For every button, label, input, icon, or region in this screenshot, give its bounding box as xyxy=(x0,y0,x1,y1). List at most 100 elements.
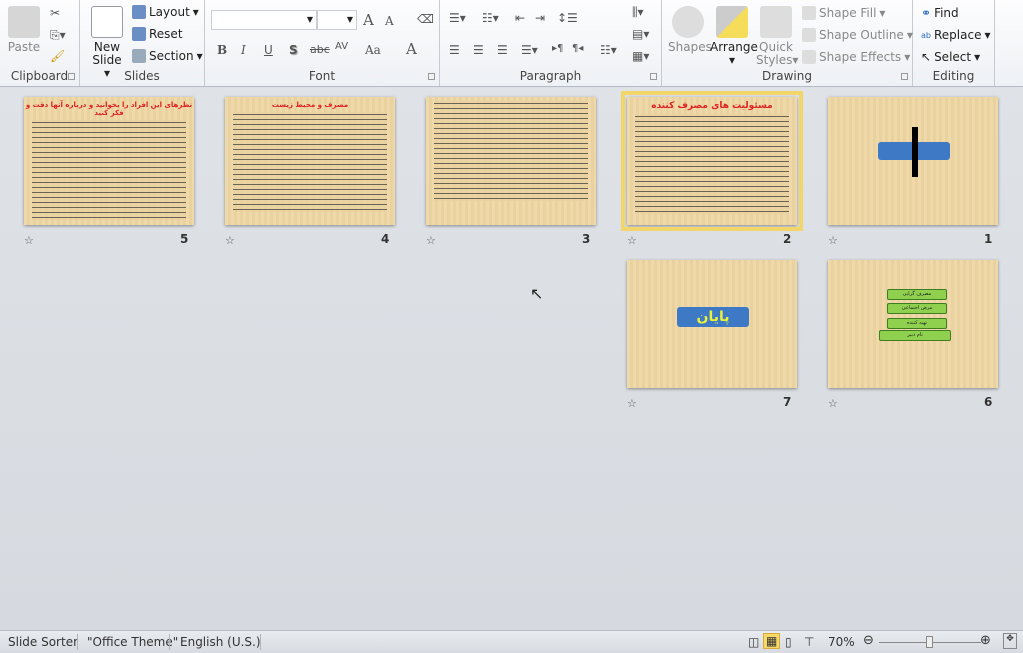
bold-button[interactable]: B xyxy=(217,43,227,57)
slide-body-text xyxy=(635,114,789,214)
line-spacing-icon[interactable]: ↕☰ xyxy=(557,11,578,25)
language[interactable]: English (U.S.) xyxy=(180,635,261,649)
decrease-indent-icon[interactable]: ⇤ xyxy=(515,11,525,25)
reading-view-icon[interactable]: ▯ xyxy=(785,635,792,649)
ltr-icon[interactable]: ▸¶ xyxy=(552,43,563,54)
slide-thumbnail-3[interactable] xyxy=(426,97,596,225)
shapes-button[interactable]: Shapes xyxy=(668,6,712,54)
increase-indent-icon[interactable]: ⇥ xyxy=(535,11,545,25)
shape-effects-icon xyxy=(802,50,816,64)
shrink-font-button[interactable]: A xyxy=(385,14,394,28)
reset-button[interactable]: Reset xyxy=(132,27,183,41)
shadow-button[interactable]: S xyxy=(289,43,298,57)
font-launcher[interactable] xyxy=(428,73,435,80)
slide-title: نظرهای این افراد را بخوانید و درباره آنه… xyxy=(25,101,193,117)
underline-button[interactable]: U xyxy=(264,43,273,57)
paste-button[interactable]: Paste xyxy=(6,6,42,54)
strikethrough-button[interactable]: abc xyxy=(310,43,330,56)
slide-body-text xyxy=(32,120,186,220)
fit-to-window-icon[interactable]: ✥ xyxy=(1003,633,1017,649)
slide-thumbnail-5[interactable]: نظرهای این افراد را بخوانید و درباره آنه… xyxy=(24,97,194,225)
rtl-icon[interactable]: ¶◂ xyxy=(572,43,583,54)
font-name-combo[interactable]: ▼ xyxy=(211,10,317,30)
animation-star-icon[interactable]: ☆ xyxy=(24,234,34,247)
layout-button[interactable]: Layout ▾ xyxy=(132,5,199,19)
layout-label: Layout xyxy=(149,5,190,19)
bullets-icon[interactable]: ☰▾ xyxy=(449,11,466,25)
character-spacing-button[interactable]: AV xyxy=(335,41,348,52)
new-slide-label: New xyxy=(93,40,121,54)
align-left-icon[interactable]: ☰ xyxy=(449,43,460,57)
animation-star-icon[interactable]: ☆ xyxy=(627,397,637,410)
zoom-in-button[interactable]: ⊕ xyxy=(980,633,991,648)
zoom-level[interactable]: 70% xyxy=(828,635,855,649)
font-size-combo[interactable]: ▼ xyxy=(317,10,357,30)
diagram-box: نام دبیر xyxy=(879,330,951,341)
arrange-icon xyxy=(716,6,748,38)
shape-outline-label: Shape Outline xyxy=(819,28,904,42)
ribbon: Paste ✂ ⎘▾ 🖌 Clipboard New Slide ▾ Layout… xyxy=(0,0,1023,87)
theme-name[interactable]: "Office Theme" xyxy=(87,635,178,649)
slide-number: 1 xyxy=(984,232,993,246)
text-direction-icon[interactable]: ⫼▾ xyxy=(632,5,644,20)
paste-label: Paste xyxy=(7,40,41,54)
align-center-icon[interactable]: ☰ xyxy=(473,43,484,57)
font-label: Font xyxy=(308,69,336,83)
clear-formatting-icon[interactable]: ⌫ xyxy=(417,12,434,26)
grow-font-button[interactable]: A xyxy=(363,11,374,29)
shapes-icon xyxy=(672,6,704,38)
select-label: Select xyxy=(934,50,972,64)
slide-sorter-view-icon[interactable]: ▦ xyxy=(763,633,781,649)
drawing-launcher[interactable] xyxy=(901,73,908,80)
shape-effects-label: Shape Effects xyxy=(819,50,902,64)
align-text-icon[interactable]: ▤▾ xyxy=(632,27,649,41)
align-right-icon[interactable]: ☰ xyxy=(497,43,508,57)
section-button[interactable]: Section ▾ xyxy=(132,49,203,63)
diagram-box: مصرف گرایی xyxy=(887,289,947,300)
slide-thumbnail-2[interactable]: مسئولیت های مصرف کننده xyxy=(621,91,803,231)
animation-star-icon[interactable]: ☆ xyxy=(828,397,838,410)
columns-icon[interactable]: ☷▾ xyxy=(600,43,617,57)
slide-title: مسئولیت های مصرف کننده xyxy=(651,101,773,111)
animation-star-icon[interactable]: ☆ xyxy=(627,234,637,247)
paragraph-group: ☰▾ ☷▾ ⇤ ⇥ ↕☰ ☰ ☰ ☰ ☰▾ ▸¶ ¶◂ ☷▾ ⫼▾ ▤▾ ▦▾ … xyxy=(440,0,662,86)
quick-styles-button[interactable]: Quick Styles▾ xyxy=(756,6,798,67)
shape-outline-button[interactable]: Shape Outline ▾ xyxy=(802,28,913,42)
clipboard-launcher[interactable] xyxy=(68,73,75,80)
shape-effects-button[interactable]: Shape Effects ▾ xyxy=(802,50,910,64)
binoculars-icon: ⚭ xyxy=(921,6,932,20)
zoom-slider-thumb[interactable] xyxy=(926,636,933,648)
reset-label: Reset xyxy=(149,27,183,41)
font-color-button[interactable]: A xyxy=(406,40,417,58)
cut-icon[interactable]: ✂ xyxy=(50,6,60,20)
arrange-label: Arrange xyxy=(710,40,758,54)
slide-thumbnail-6[interactable]: مصرف گرایی مرض اجتماعی تهیه کننده نام دب… xyxy=(828,260,998,388)
slide-thumbnail-1[interactable] xyxy=(828,97,998,225)
italic-button[interactable]: I xyxy=(241,43,246,57)
arrange-button[interactable]: Arrange ▾ xyxy=(710,6,758,67)
replace-button[interactable]: ab Replace ▾ xyxy=(921,28,990,42)
end-title: پایان xyxy=(677,307,749,327)
slideshow-icon[interactable]: ⊤ xyxy=(804,635,814,649)
find-button[interactable]: ⚭ Find xyxy=(921,6,959,20)
animation-star-icon[interactable]: ☆ xyxy=(426,234,436,247)
select-button[interactable]: ↖ Select ▾ xyxy=(921,50,980,64)
slide-number: 4 xyxy=(381,232,390,246)
format-painter-icon[interactable]: 🖌 xyxy=(50,49,65,63)
paragraph-launcher[interactable] xyxy=(650,73,657,80)
numbering-icon[interactable]: ☷▾ xyxy=(482,11,499,25)
shape-fill-button[interactable]: Shape Fill ▾ xyxy=(802,6,885,20)
animation-star-icon[interactable]: ☆ xyxy=(225,234,235,247)
slide-thumbnail-7[interactable]: پایان xyxy=(627,260,797,388)
layout-icon xyxy=(132,5,146,19)
animation-star-icon[interactable]: ☆ xyxy=(828,234,838,247)
smartart-icon[interactable]: ▦▾ xyxy=(632,49,649,63)
slide-thumbnail-4[interactable]: مصرف و محیط زیست xyxy=(225,97,395,225)
justify-icon[interactable]: ☰▾ xyxy=(521,43,538,57)
slide-number: 2 xyxy=(783,232,792,246)
zoom-out-button[interactable]: ⊖ xyxy=(863,633,874,648)
change-case-button[interactable]: Aa xyxy=(365,43,381,57)
copy-icon[interactable]: ⎘▾ xyxy=(50,28,66,43)
normal-view-icon[interactable]: ◫ xyxy=(748,635,759,649)
slide-number: 3 xyxy=(582,232,591,246)
